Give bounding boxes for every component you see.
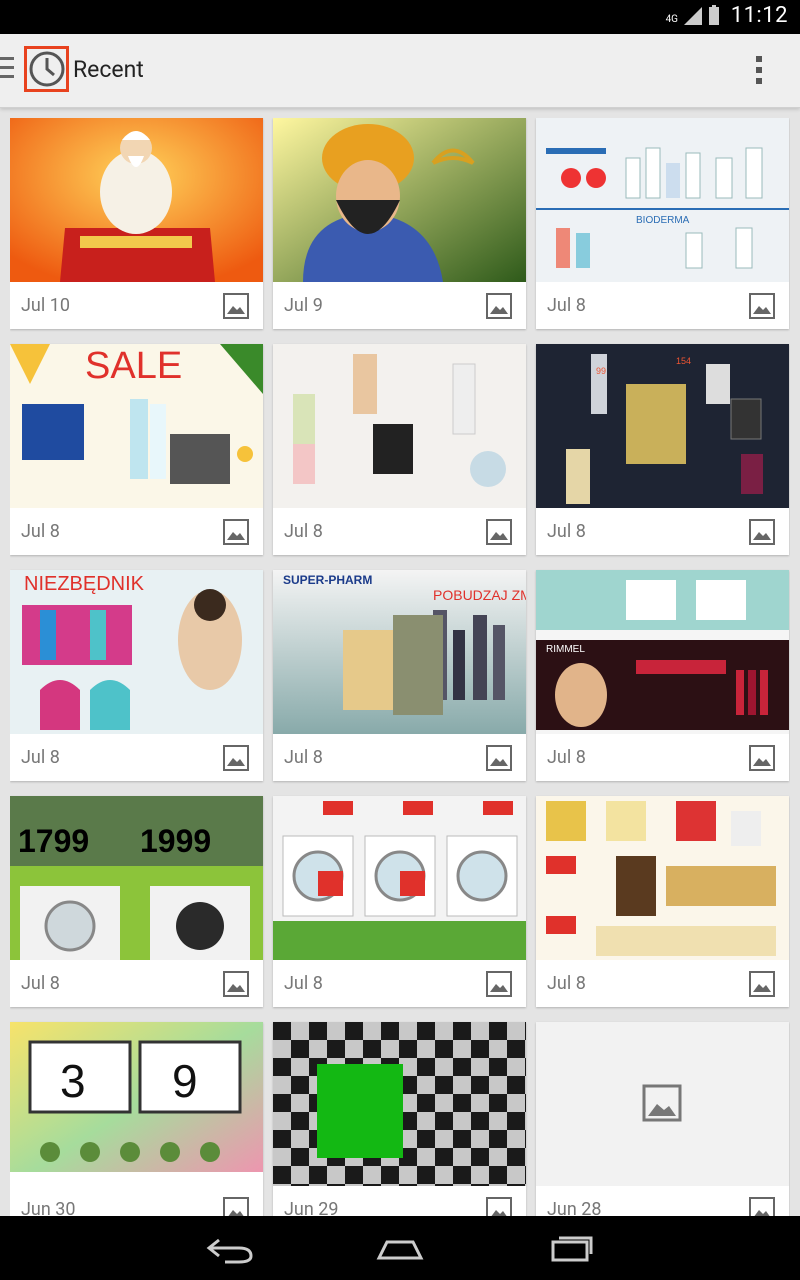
thumbnail-date: Jul 8 bbox=[547, 295, 586, 316]
thumbnail-date: Jul 8 bbox=[547, 747, 586, 768]
thumbnail-text: RIMMEL bbox=[546, 644, 585, 655]
thumbnail-text: SUPER-PHARM bbox=[283, 573, 372, 587]
recents-icon[interactable] bbox=[547, 1232, 597, 1264]
signal-icon bbox=[684, 7, 702, 25]
action-bar: Recent bbox=[0, 34, 800, 108]
thumbnail-date: Jul 8 bbox=[284, 973, 323, 994]
thumbnail-image bbox=[536, 1022, 789, 1186]
clock-icon[interactable] bbox=[24, 46, 69, 92]
thumbnail-text: NIEZBĘDNIK bbox=[24, 573, 145, 595]
thumbnail-text-2: 9 bbox=[172, 1055, 198, 1107]
navigation-bar bbox=[0, 1216, 800, 1280]
thumbnail-date: Jul 8 bbox=[21, 521, 60, 542]
thumbnail-date: Jun 28 bbox=[547, 1199, 602, 1216]
thumbnail-card[interactable]: 1799 1999 Jul 8 bbox=[10, 796, 263, 1007]
thumbnail-text-2: 1999 bbox=[140, 823, 211, 859]
thumbnail-date: Jul 8 bbox=[547, 521, 586, 542]
status-icons: 4G bbox=[666, 5, 720, 25]
thumbnail-card[interactable]: BIODERMA Jul 8 bbox=[536, 118, 789, 329]
image-icon bbox=[223, 1197, 249, 1216]
thumbnail-text: SALE bbox=[85, 345, 182, 387]
thumbnail-card[interactable]: Jul 10 bbox=[10, 118, 263, 329]
image-icon bbox=[223, 519, 249, 545]
thumbnail-image bbox=[10, 118, 263, 282]
thumbnail-text: 3 bbox=[60, 1055, 86, 1107]
thumbnail-text-2: POBUDZAJ ZMYSŁY bbox=[433, 587, 526, 603]
thumbnail-card[interactable]: NIEZBĘDNIK Jul 8 bbox=[10, 570, 263, 781]
thumbnail-card[interactable]: Jun 28 bbox=[536, 1022, 789, 1216]
image-icon bbox=[486, 293, 512, 319]
image-icon bbox=[749, 971, 775, 997]
recent-grid: Jul 10 Jul 9 BIODERMA Jul 8 SALE Jul 8 J… bbox=[10, 118, 790, 1216]
image-icon bbox=[749, 519, 775, 545]
thumbnail-card[interactable]: 99 154 Jul 8 bbox=[536, 344, 789, 555]
image-icon bbox=[486, 1197, 512, 1216]
battery-icon bbox=[709, 5, 719, 25]
thumbnail-date: Jul 10 bbox=[21, 295, 70, 316]
thumbnail-image: 3 9 bbox=[10, 1022, 263, 1186]
thumbnail-card[interactable]: RIMMEL Jul 8 bbox=[536, 570, 789, 781]
image-icon bbox=[749, 293, 775, 319]
thumbnail-date: Jul 8 bbox=[284, 521, 323, 542]
thumbnail-card[interactable]: SALE Jul 8 bbox=[10, 344, 263, 555]
thumbnail-date: Jul 8 bbox=[21, 747, 60, 768]
image-icon bbox=[223, 293, 249, 319]
thumbnail-date: Jun 29 bbox=[284, 1199, 339, 1216]
thumbnail-card[interactable]: 3 9 Jun 30 bbox=[10, 1022, 263, 1216]
image-icon bbox=[486, 745, 512, 771]
thumbnail-image bbox=[536, 796, 789, 960]
thumbnail-card[interactable]: Jul 8 bbox=[273, 796, 526, 1007]
thumbnail-date: Jun 30 bbox=[21, 1199, 76, 1216]
image-icon bbox=[486, 519, 512, 545]
thumbnail-date: Jul 8 bbox=[284, 747, 323, 768]
thumbnail-image bbox=[273, 118, 526, 282]
status-bar: 4G 11:12 bbox=[0, 0, 800, 34]
image-icon bbox=[486, 971, 512, 997]
network-type: 4G bbox=[665, 14, 678, 25]
thumbnail-date: Jul 9 bbox=[284, 295, 323, 316]
back-icon[interactable] bbox=[205, 1232, 255, 1264]
thumbnail-image bbox=[273, 1022, 526, 1186]
svg-text:154: 154 bbox=[676, 356, 691, 366]
image-icon bbox=[749, 745, 775, 771]
thumbnail-image: 1799 1999 bbox=[10, 796, 263, 960]
thumbnail-image: SALE bbox=[10, 344, 263, 508]
thumbnail-image bbox=[273, 796, 526, 960]
thumbnail-card[interactable]: SUPER-PHARM POBUDZAJ ZMYSŁY Jul 8 bbox=[273, 570, 526, 781]
thumbnail-image: 99 154 bbox=[536, 344, 789, 508]
thumbnail-text: 1799 bbox=[18, 823, 89, 859]
home-icon[interactable] bbox=[375, 1232, 425, 1264]
thumbnail-image bbox=[273, 344, 526, 508]
thumbnail-date: Jul 8 bbox=[21, 973, 60, 994]
overflow-menu-icon[interactable] bbox=[756, 56, 764, 86]
thumbnail-card[interactable]: Jul 8 bbox=[536, 796, 789, 1007]
status-time: 11:12 bbox=[730, 3, 788, 28]
image-icon bbox=[223, 971, 249, 997]
thumbnail-image: NIEZBĘDNIK bbox=[10, 570, 263, 734]
placeholder-image-icon bbox=[642, 1084, 682, 1122]
page-title: Recent bbox=[73, 56, 144, 83]
image-icon bbox=[749, 1197, 775, 1216]
svg-text:99: 99 bbox=[596, 366, 606, 376]
thumbnail-image: RIMMEL bbox=[536, 570, 789, 734]
thumbnail-card[interactable]: Jun 29 bbox=[273, 1022, 526, 1216]
image-icon bbox=[223, 745, 249, 771]
thumbnail-date: Jul 8 bbox=[547, 973, 586, 994]
svg-text:BIODERMA: BIODERMA bbox=[636, 215, 690, 226]
thumbnail-image: SUPER-PHARM POBUDZAJ ZMYSŁY bbox=[273, 570, 526, 734]
thumbnail-card[interactable]: Jul 8 bbox=[273, 344, 526, 555]
drawer-icon[interactable] bbox=[0, 57, 14, 83]
thumbnail-card[interactable]: Jul 9 bbox=[273, 118, 526, 329]
thumbnail-image: BIODERMA bbox=[536, 118, 789, 282]
